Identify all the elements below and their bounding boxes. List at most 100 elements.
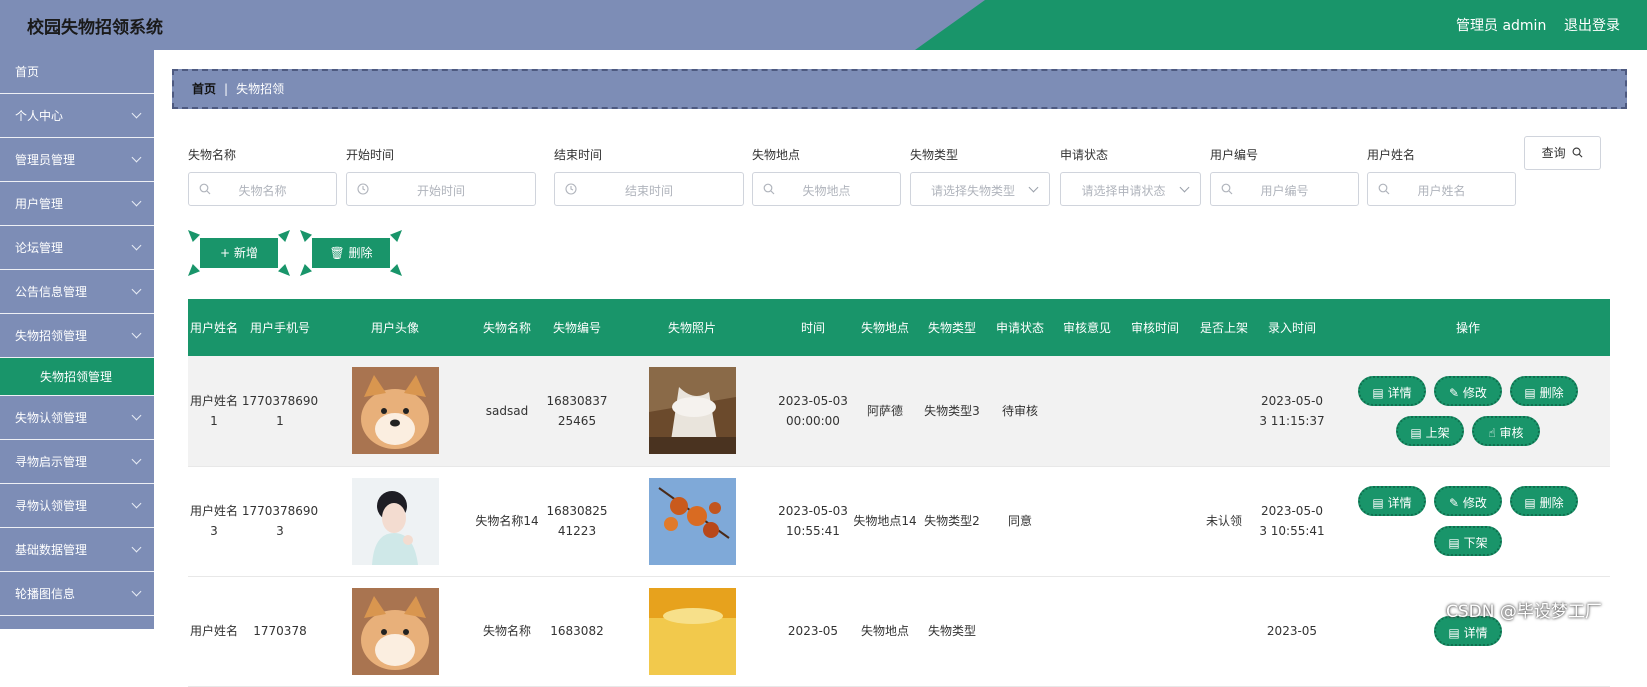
table-row[interactable]: 用户姓名1 17703786901 sadsad 1683083725465 2… [188, 356, 1610, 467]
column-header[interactable]: 录入时间 [1258, 299, 1326, 356]
column-header[interactable]: 用户手机号 [240, 299, 320, 356]
column-header[interactable]: 失物照片 [610, 299, 774, 356]
logout-link[interactable]: 退出登录 [1564, 15, 1620, 35]
filter-label-user-no: 用户编号 [1210, 148, 1259, 162]
cell-place: 失物地点14 [852, 466, 918, 577]
table-row[interactable]: 用户姓名 1770378 失物名称 1683082 2023-05 失物地点 失… [188, 576, 1610, 687]
shiba-avatar-image[interactable] [351, 587, 439, 675]
sidebar-item-forum-manage[interactable]: 论坛管理 [0, 226, 154, 270]
cell-listed: 未认领 [1190, 466, 1258, 577]
detail-button[interactable]: ▤ 详情 [1358, 486, 1426, 516]
document-icon: ▤ [1372, 496, 1388, 510]
sidebar-item-search-notice-manage[interactable]: 寻物启示管理 [0, 440, 154, 484]
place-input[interactable]: 失物地点 [752, 172, 901, 206]
sunset-photo-image[interactable] [648, 587, 736, 675]
cell-type: 失物类型3 [918, 356, 986, 467]
sidebar-item-user-manage[interactable]: 用户管理 [0, 182, 154, 226]
column-header[interactable]: 审核时间 [1120, 299, 1190, 356]
document-icon: ▤ [1372, 385, 1388, 400]
review-button[interactable]: ☝ 审核 [1472, 415, 1540, 446]
sidebar-item-claim-manage[interactable]: 失物认领管理 [0, 396, 154, 440]
cell-item-name: 失物名称 [470, 576, 544, 687]
status-select[interactable]: 请选择申请状态 [1060, 172, 1201, 206]
cell-phone: 17703786903 [240, 466, 320, 577]
end-time-input[interactable]: 结束时间 [554, 172, 744, 206]
column-header[interactable]: 失物名称 [470, 299, 544, 356]
sidebar-item-admin-manage[interactable]: 管理员管理 [0, 138, 154, 182]
column-header[interactable]: 是否上架 [1190, 299, 1258, 356]
cell-entered: 2023-05 [1258, 576, 1326, 687]
table-row[interactable]: 用户姓名3 17703786903 失物名称14 1683082541223 2… [188, 466, 1610, 577]
sidebar-item-label: 基础数据管理 [15, 543, 88, 557]
batch-delete-button[interactable]: 🗑 删除 [300, 230, 402, 276]
cell-listed [1190, 576, 1258, 687]
sidebar-item-carousel[interactable]: 轮播图信息 [0, 572, 154, 616]
cell-photo [610, 466, 774, 577]
sidebar-item-lost-found-manage[interactable]: 失物招领管理 [0, 314, 154, 358]
type-select[interactable]: 请选择失物类型 [910, 172, 1050, 206]
sidebar-item-base-data-manage[interactable]: 基础数据管理 [0, 528, 154, 572]
cell-review [1054, 466, 1120, 577]
sidebar-item-notice-manage[interactable]: 公告信息管理 [0, 270, 154, 314]
chevron-down-icon [131, 152, 142, 163]
cell-time: 2023-05 [774, 576, 852, 687]
chevron-down-icon [131, 586, 142, 597]
cell-place: 阿萨德 [852, 356, 918, 467]
cell-avatar [320, 466, 470, 577]
column-header[interactable]: 申请状态 [986, 299, 1054, 356]
delete-button-body[interactable]: 🗑 删除 [312, 238, 390, 268]
cell-phone: 1770378 [240, 576, 320, 687]
column-header[interactable]: 审核意见 [1054, 299, 1120, 356]
start-time-input[interactable]: 开始时间 [346, 172, 536, 206]
cell-review [1054, 576, 1120, 687]
add-button[interactable]: + 新增 [188, 230, 290, 276]
sidebar-item-label: 轮播图信息 [15, 587, 76, 601]
woman-avatar-image[interactable] [351, 477, 439, 565]
column-header[interactable]: 用户姓名 [188, 299, 240, 356]
breadcrumb-separator: | [224, 82, 229, 96]
waterfall-photo-image[interactable] [648, 367, 736, 455]
chevron-down-icon [131, 284, 142, 295]
filter-label-place: 失物地点 [752, 148, 801, 162]
query-button[interactable]: 查询 [1524, 136, 1601, 170]
chevron-down-icon [131, 454, 142, 465]
item-name-input[interactable]: 失物名称 [188, 172, 337, 206]
corner-decoration [278, 264, 290, 276]
cell-type: 失物类型2 [918, 466, 986, 577]
detail-button[interactable]: ▤ 详情 [1358, 375, 1426, 406]
delete-button[interactable]: ▤ 删除 [1510, 486, 1578, 516]
list-on-button[interactable]: ▤ 上架 [1396, 415, 1464, 446]
sidebar-item-home[interactable]: 首页 [0, 50, 154, 94]
add-button-body[interactable]: + 新增 [200, 238, 278, 268]
delete-button[interactable]: ▤ 删除 [1510, 375, 1578, 406]
list-off-button[interactable]: ▤ 下架 [1434, 526, 1502, 556]
lost-found-table: 用户姓名 用户手机号 用户头像 失物名称 失物编号 失物照片 时间 失物地点 失… [188, 299, 1610, 687]
chevron-down-icon [131, 542, 142, 553]
cell-entered: 2023-05-03 10:55:41 [1258, 466, 1326, 577]
input-placeholder: 结束时间 [624, 184, 673, 198]
sidebar-item-personal-center[interactable]: 个人中心 [0, 94, 154, 138]
autumn-leaves-photo-image[interactable] [648, 477, 736, 565]
app-title: 校园失物招领系统 [27, 18, 163, 38]
column-header[interactable]: 失物类型 [918, 299, 986, 356]
admin-user-label: 管理员 admin [1456, 18, 1547, 34]
user-name-input[interactable]: 用户姓名 [1367, 172, 1516, 206]
top-header: 校园失物招领系统 管理员 admin 退出登录 [0, 0, 1647, 50]
column-header[interactable]: 时间 [774, 299, 852, 356]
cell-avatar [320, 576, 470, 687]
edit-button[interactable]: ✎ 修改 [1434, 375, 1502, 406]
sidebar-item-label: 用户管理 [15, 197, 64, 211]
sidebar-item-search-claim-manage[interactable]: 寻物认领管理 [0, 484, 154, 528]
shiba-avatar-image[interactable] [351, 367, 439, 455]
column-header[interactable]: 用户头像 [320, 299, 470, 356]
cell-user-name: 用户姓名 [188, 576, 240, 687]
chevron-down-icon [131, 240, 142, 251]
sidebar-subitem-lost-found-active[interactable]: 失物招领管理 [0, 358, 154, 396]
edit-button[interactable]: ✎ 修改 [1434, 486, 1502, 516]
corner-decoration [278, 230, 290, 242]
plus-icon: + [220, 246, 234, 260]
user-no-input[interactable]: 用户编号 [1210, 172, 1359, 206]
breadcrumb-home[interactable]: 首页 [192, 82, 216, 96]
column-header[interactable]: 失物编号 [544, 299, 610, 356]
column-header[interactable]: 失物地点 [852, 299, 918, 356]
